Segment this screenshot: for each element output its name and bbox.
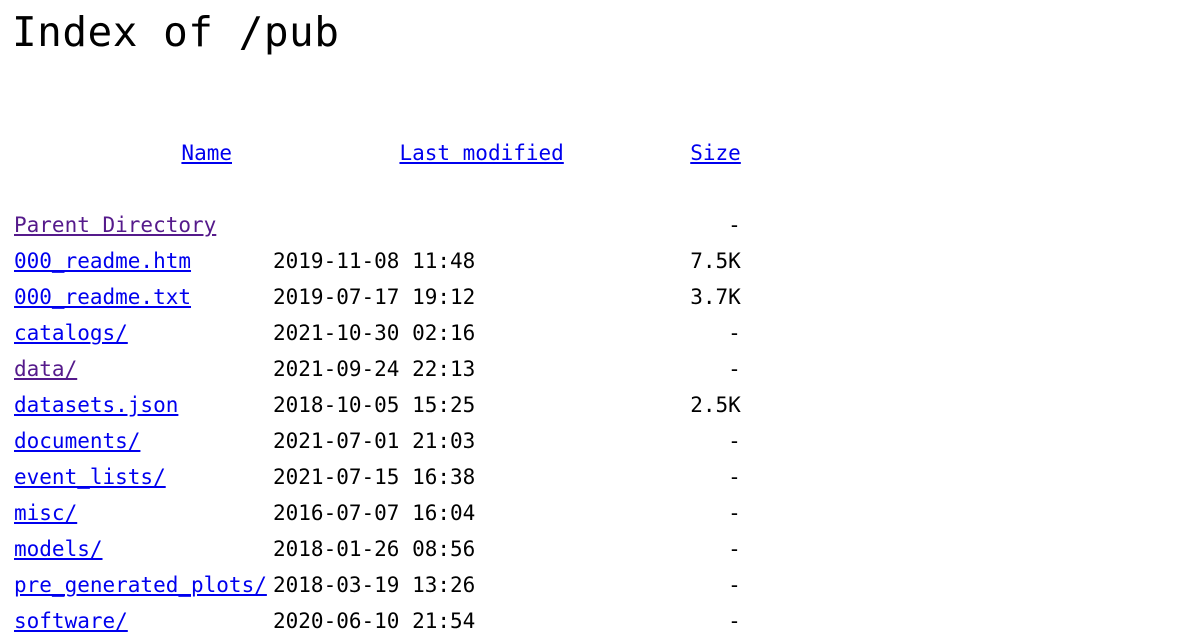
table-row: 000_readme.txt 2019-07-17 19:12 3.7K — [0, 279, 751, 315]
table-header-row: Name Last modified Size — [0, 99, 751, 207]
directory-index-page: Index of /pub Name Last modified Size Pa… — [0, 0, 1197, 633]
cell-last-modified: 2020-06-10 21:54 — [273, 609, 476, 633]
column-header-last-modified[interactable]: Last modified — [273, 99, 563, 207]
cell-name: catalogs/ — [0, 315, 273, 351]
table-row: datasets.json 2018-10-05 15:25 2.5K — [0, 387, 751, 423]
cell-name: event_lists/ — [0, 459, 273, 495]
entry-link[interactable]: documents/ — [14, 429, 140, 453]
cell-name: data/ — [0, 351, 273, 387]
cell-name: documents/ — [0, 423, 273, 459]
cell-size: - — [728, 213, 741, 237]
cell-size: - — [728, 573, 741, 597]
entry-link[interactable]: pre_generated_plots/ — [14, 573, 267, 597]
table-row: 000_readme.htm 2019-11-08 11:48 7.5K — [0, 243, 751, 279]
cell-last-modified: 2016-07-07 16:04 — [273, 501, 476, 525]
sort-by-size-link[interactable]: Size — [690, 141, 741, 165]
cell-last-modified: 2021-09-24 22:13 — [273, 357, 476, 381]
table-row: catalogs/2021-10-30 02:16 - — [0, 315, 751, 351]
cell-last-modified — [273, 207, 564, 243]
cell-size: - — [728, 357, 741, 381]
table-row: misc/2016-07-07 16:04 - — [0, 495, 751, 531]
table-row: event_lists/2021-07-15 16:38 - — [0, 459, 751, 495]
cell-last-modified: 2021-07-01 21:03 — [273, 429, 476, 453]
table-row: Parent Directory - — [0, 207, 751, 243]
entry-link[interactable]: event_lists/ — [14, 465, 166, 489]
cell-size: - — [728, 465, 741, 489]
cell-last-modified: 2019-07-17 19:12 — [273, 285, 476, 309]
column-header-size[interactable]: Size — [564, 99, 751, 207]
cell-name: models/ — [0, 531, 273, 567]
sort-by-name-link[interactable]: Name — [181, 141, 232, 165]
column-header-name[interactable]: Name — [0, 99, 273, 207]
cell-size: 7.5K — [690, 249, 741, 273]
directory-listing-table: Name Last modified Size Parent Directory… — [0, 99, 751, 639]
entry-link[interactable]: datasets.json — [14, 393, 178, 417]
cell-last-modified: 2021-10-30 02:16 — [273, 321, 476, 345]
table-row: software/2020-06-10 21:54 - — [0, 603, 751, 639]
sort-by-last-modified-link[interactable]: Last modified — [399, 141, 563, 165]
cell-last-modified: 2018-03-19 13:26 — [273, 573, 476, 597]
entry-link[interactable]: 000_readme.htm — [14, 249, 191, 273]
cell-size: - — [728, 501, 741, 525]
page-title: Index of /pub — [12, 8, 340, 56]
table-body: Parent Directory - 000_readme.htm 2019-11-0… — [0, 207, 751, 639]
table-row: documents/2021-07-01 21:03 - — [0, 423, 751, 459]
entry-link[interactable]: models/ — [14, 537, 103, 561]
cell-name: Parent Directory — [0, 207, 273, 243]
cell-size: - — [728, 609, 741, 633]
cell-name: 000_readme.htm — [0, 243, 273, 279]
cell-last-modified: 2019-11-08 11:48 — [273, 249, 476, 273]
cell-name: 000_readme.txt — [0, 279, 273, 315]
table-row: data/2021-09-24 22:13 - — [0, 351, 751, 387]
entry-link[interactable]: misc/ — [14, 501, 77, 525]
cell-size: 2.5K — [690, 393, 741, 417]
cell-name: misc/ — [0, 495, 273, 531]
table-row: models/2018-01-26 08:56 - — [0, 531, 751, 567]
cell-size: - — [728, 321, 741, 345]
cell-size: - — [728, 429, 741, 453]
cell-size: 3.7K — [690, 285, 741, 309]
entry-link[interactable]: data/ — [14, 357, 77, 381]
entry-link[interactable]: catalogs/ — [14, 321, 128, 345]
entry-link[interactable]: 000_readme.txt — [14, 285, 191, 309]
cell-name: software/ — [0, 603, 273, 639]
table-row: pre_generated_plots/2018-03-19 13:26 - — [0, 567, 751, 603]
cell-size: - — [728, 537, 741, 561]
cell-last-modified: 2021-07-15 16:38 — [273, 465, 476, 489]
cell-name: pre_generated_plots/ — [0, 567, 273, 603]
table-header: Name Last modified Size — [0, 99, 751, 207]
entry-link[interactable]: Parent Directory — [14, 213, 216, 237]
cell-last-modified: 2018-01-26 08:56 — [273, 537, 476, 561]
cell-name: datasets.json — [0, 387, 273, 423]
entry-link[interactable]: software/ — [14, 609, 128, 633]
cell-last-modified: 2018-10-05 15:25 — [273, 393, 476, 417]
